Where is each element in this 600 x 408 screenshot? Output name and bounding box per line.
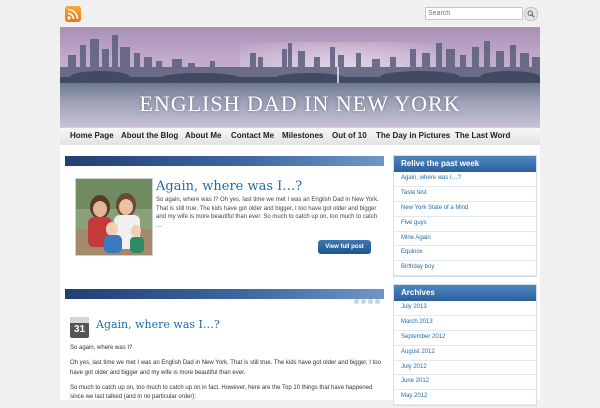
top-bar	[60, 0, 540, 27]
archive-link[interactable]: July 2013	[394, 301, 536, 316]
search-button[interactable]	[524, 7, 538, 21]
post-title[interactable]: Again, where was I…?	[96, 318, 220, 331]
archive-link[interactable]: June 2012	[394, 375, 536, 391]
relive-past-week-widget: Relive the past week Again, where was I……	[393, 155, 537, 278]
post-paragraph: So again, where was I?	[70, 345, 133, 351]
archive-link[interactable]: July 2012	[394, 361, 536, 376]
slider-dot[interactable]	[361, 299, 366, 304]
view-full-post-button[interactable]: View full post	[318, 240, 371, 254]
archive-link[interactable]: March 2013	[394, 316, 536, 331]
calendar-date-icon: 31	[70, 317, 89, 338]
recent-post-link[interactable]: Five guys	[394, 217, 536, 232]
recent-post-link[interactable]: Mine Again	[394, 232, 536, 247]
slider-dot[interactable]	[368, 299, 373, 304]
recent-post-link[interactable]: Again, where was I…?	[394, 172, 536, 187]
nav-item-out-of-10[interactable]: Out of 10	[332, 131, 367, 140]
nav-item-about-me[interactable]: About Me	[185, 131, 221, 140]
featured-excerpt: So again, where was I? Oh yes, last time…	[156, 197, 379, 229]
post-body: So again, where was I? Oh yes, last time…	[70, 344, 382, 408]
rss-icon[interactable]	[65, 6, 81, 22]
slider-nav-bar	[65, 289, 384, 304]
archives-widget: Archives July 2013 March 2013 September …	[393, 284, 537, 407]
nav-item-about-blog[interactable]: About the Blog	[121, 131, 178, 140]
search-icon	[527, 10, 535, 18]
recent-post-link[interactable]: Taste test	[394, 187, 536, 202]
nav-item-contact[interactable]: Contact Me	[231, 131, 274, 140]
nav-item-last-word[interactable]: The Last Word	[455, 131, 510, 140]
slider-dot[interactable]	[347, 299, 352, 304]
recent-post-link[interactable]: New York State of a Mind	[394, 202, 536, 217]
archive-link[interactable]: September 2012	[394, 331, 536, 346]
nav-item-day-in-pictures[interactable]: The Day in Pictures	[376, 131, 450, 140]
archive-link[interactable]: May 2012	[394, 390, 536, 406]
search-input[interactable]	[425, 7, 523, 20]
archive-link[interactable]: August 2012	[394, 346, 536, 361]
widget-title: Relive the past week	[394, 156, 536, 172]
nav-item-home[interactable]: Home Page	[70, 131, 114, 140]
featured-title[interactable]: Again, where was I…?	[156, 179, 302, 194]
recent-post-link[interactable]: Equinox	[394, 246, 536, 262]
featured-photo[interactable]	[75, 178, 153, 256]
main-content: Again, where was I…? So again, where was…	[60, 145, 540, 407]
slider-dot[interactable]	[354, 299, 359, 304]
slider-dot[interactable]	[375, 299, 380, 304]
post-date-day: 31	[73, 324, 86, 335]
widget-title: Archives	[394, 285, 536, 301]
page: ENGLISH DAD IN NEW YORK Home Page About …	[60, 0, 540, 407]
featured-slider: Again, where was I…? So again, where was…	[66, 165, 384, 282]
recent-post-link[interactable]: Birthday boy	[394, 261, 536, 277]
post-paragraph: Oh yes, last time we met I was an Englis…	[70, 360, 381, 376]
header-banner: ENGLISH DAD IN NEW YORK	[60, 27, 540, 127]
main-nav: Home Page About the Blog About Me Contac…	[60, 127, 540, 146]
nav-item-milestones[interactable]: Milestones	[282, 131, 323, 140]
slider-dots	[345, 291, 380, 309]
site-title[interactable]: ENGLISH DAD IN NEW YORK	[60, 91, 540, 117]
